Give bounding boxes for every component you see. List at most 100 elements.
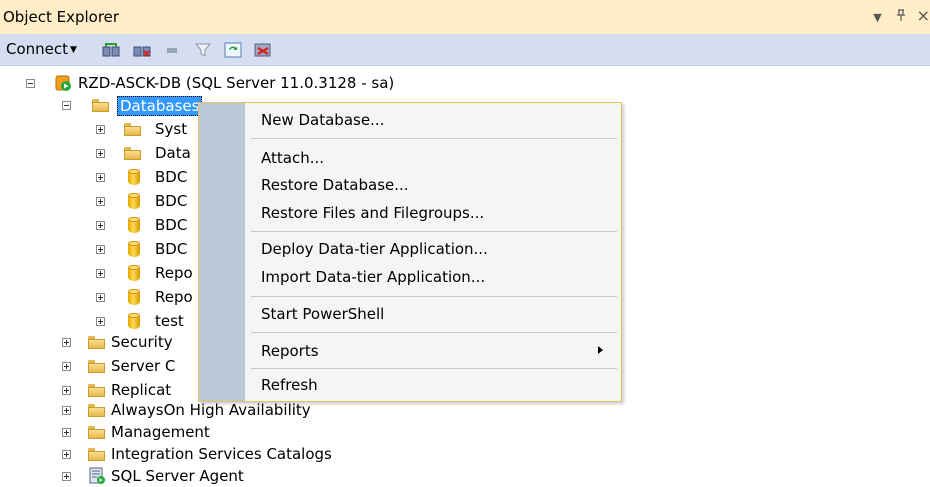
- connect-dropdown-button[interactable]: Connect ▼: [6, 40, 77, 58]
- tree-node-label: Management: [111, 423, 210, 441]
- menu-item-label: Deploy Data-tier Application...: [261, 240, 488, 258]
- expand-icon[interactable]: [96, 221, 105, 230]
- tree-node-label: BDC: [155, 216, 188, 234]
- folder-icon: [88, 360, 105, 373]
- databases-context-menu: New Database... Attach... Restore Databa…: [198, 102, 622, 402]
- folder-icon: [92, 99, 109, 112]
- menu-separator: [251, 231, 617, 232]
- tree-node-database[interactable]: BDC: [0, 190, 200, 212]
- folder-icon: [88, 404, 105, 417]
- database-icon: [128, 169, 140, 185]
- server-name-label: RZD-ASCK-DB (SQL Server 11.0.3128 - sa): [78, 74, 395, 92]
- tree-node-label: Repo: [155, 264, 193, 282]
- expand-icon[interactable]: [62, 338, 71, 347]
- sql-server-agent-icon: [89, 467, 105, 484]
- folder-icon: [124, 147, 141, 160]
- object-explorer-title-bar: Object Explorer ▼ ×: [0, 0, 930, 34]
- expand-icon[interactable]: [62, 406, 71, 415]
- database-icon: [128, 193, 140, 209]
- tree-node-label: Integration Services Catalogs: [111, 445, 332, 463]
- database-icon: [128, 313, 140, 329]
- stop-icon[interactable]: [163, 42, 181, 58]
- menu-item-reports[interactable]: Reports: [245, 337, 621, 365]
- connect-label: Connect: [6, 40, 69, 58]
- tree-node-management[interactable]: Management: [0, 421, 400, 443]
- tree-node-label: BDC: [155, 168, 188, 186]
- auto-hide-pin-icon[interactable]: [896, 9, 906, 25]
- expand-icon[interactable]: [96, 269, 105, 278]
- menu-item-label: Attach...: [261, 149, 325, 167]
- tree-node-integration-services-catalogs[interactable]: Integration Services Catalogs: [0, 443, 400, 465]
- collapse-server-icon[interactable]: [26, 79, 35, 88]
- connect-object-explorer-icon[interactable]: [102, 42, 120, 58]
- menu-separator: [251, 138, 617, 139]
- menu-item-label: New Database...: [261, 111, 385, 129]
- expand-icon[interactable]: [96, 149, 105, 158]
- expand-icon[interactable]: [96, 245, 105, 254]
- submenu-arrow-icon: [598, 346, 603, 354]
- menu-item-label: Restore Database...: [261, 176, 409, 194]
- disconnect-icon[interactable]: [133, 42, 151, 58]
- tree-node-label: BDC: [155, 192, 188, 210]
- tree-node-database[interactable]: BDC: [0, 214, 200, 236]
- tree-node-database[interactable]: Repo: [0, 262, 200, 284]
- menu-item-label: Import Data-tier Application...: [261, 268, 486, 286]
- tree-node-label: Repo: [155, 288, 193, 306]
- menu-separator: [251, 368, 617, 369]
- menu-item-restore-files-and-filegroups[interactable]: Restore Files and Filegroups...: [245, 199, 621, 227]
- menu-separator: [251, 332, 617, 333]
- tree-node-replication[interactable]: Replicat: [0, 379, 200, 401]
- tree-node-database[interactable]: test: [0, 310, 200, 332]
- menu-item-label: Refresh: [261, 376, 318, 394]
- expand-icon[interactable]: [96, 173, 105, 182]
- tree-node-database[interactable]: BDC: [0, 238, 200, 260]
- tree-node-alwayson[interactable]: AlwaysOn High Availability: [0, 399, 400, 421]
- expand-icon[interactable]: [62, 472, 71, 481]
- expand-icon[interactable]: [96, 125, 105, 134]
- menu-item-attach[interactable]: Attach...: [245, 144, 621, 172]
- refresh-icon[interactable]: [224, 42, 242, 58]
- window-position-dropdown-icon[interactable]: ▼: [873, 11, 881, 24]
- start-powershell-icon[interactable]: [254, 42, 272, 58]
- tree-node-label: Syst: [155, 120, 188, 138]
- menu-item-restore-database[interactable]: Restore Database...: [245, 171, 621, 199]
- database-icon: [128, 241, 140, 257]
- folder-icon: [88, 448, 105, 461]
- panel-title: Object Explorer: [3, 8, 120, 26]
- connect-caret-icon: ▼: [70, 45, 77, 55]
- menu-item-deploy-data-tier-application[interactable]: Deploy Data-tier Application...: [245, 235, 621, 263]
- tree-node-server-objects[interactable]: Server C: [0, 355, 200, 377]
- database-icon: [128, 265, 140, 281]
- tree-node-database[interactable]: BDC: [0, 166, 200, 188]
- object-explorer-toolbar: Connect ▼: [0, 34, 930, 66]
- expand-icon[interactable]: [96, 317, 105, 326]
- tree-node-label: Data: [155, 144, 191, 162]
- menu-item-refresh[interactable]: Refresh: [245, 371, 621, 399]
- tree-node-security[interactable]: Security: [0, 331, 200, 353]
- database-icon: [128, 217, 140, 233]
- title-bar-controls: ▼ ×: [863, 6, 930, 25]
- folder-icon: [88, 384, 105, 397]
- expand-icon[interactable]: [62, 428, 71, 437]
- tree-node-database-snapshots[interactable]: Data: [0, 142, 200, 164]
- context-menu-icon-gutter: [199, 103, 245, 401]
- menu-item-import-data-tier-application[interactable]: Import Data-tier Application...: [245, 263, 621, 291]
- menu-item-label: Start PowerShell: [261, 305, 385, 323]
- tree-node-label: Server C: [111, 357, 176, 375]
- filter-icon[interactable]: [194, 42, 212, 58]
- tree-node-system-databases[interactable]: Syst: [0, 118, 200, 140]
- expand-icon[interactable]: [62, 362, 71, 371]
- close-icon[interactable]: ×: [917, 6, 930, 25]
- menu-item-new-database[interactable]: New Database...: [245, 106, 621, 134]
- collapse-databases-icon[interactable]: [62, 101, 71, 110]
- tree-node-database[interactable]: Repo: [0, 286, 200, 308]
- server-node[interactable]: RZD-ASCK-DB (SQL Server 11.0.3128 - sa): [0, 72, 600, 94]
- menu-item-start-powershell[interactable]: Start PowerShell: [245, 300, 621, 328]
- expand-icon[interactable]: [96, 293, 105, 302]
- folder-icon: [88, 426, 105, 439]
- expand-icon[interactable]: [96, 197, 105, 206]
- tree-node-label: Replicat: [111, 381, 172, 399]
- expand-icon[interactable]: [62, 450, 71, 459]
- menu-item-label: Restore Files and Filegroups...: [261, 204, 485, 222]
- expand-icon[interactable]: [62, 386, 71, 395]
